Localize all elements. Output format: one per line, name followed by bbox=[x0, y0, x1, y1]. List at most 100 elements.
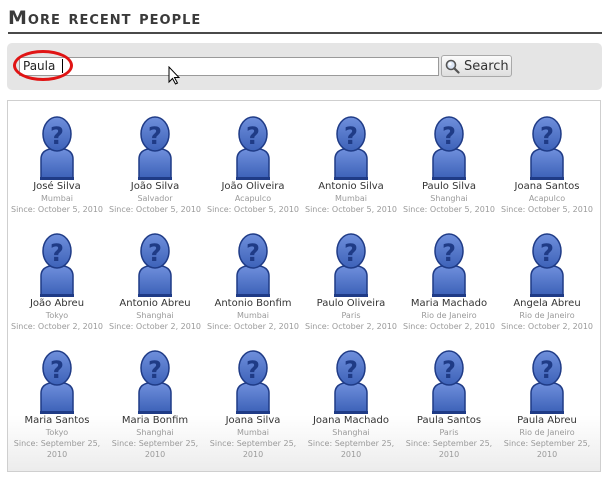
svg-text:?: ? bbox=[442, 356, 456, 384]
person-card[interactable]: ? Maria Bonfim Shanghai Since: September 25… bbox=[106, 349, 204, 460]
svg-text:?: ? bbox=[442, 122, 456, 150]
person-card[interactable]: ? Antonio Abreu Shanghai Since: October 2, … bbox=[106, 232, 204, 332]
svg-text:?: ? bbox=[246, 122, 260, 150]
unknown-person-icon: ? bbox=[530, 350, 564, 414]
person-name[interactable]: Antonio Bonfim bbox=[204, 298, 302, 310]
person-name[interactable]: Joana Silva bbox=[204, 415, 302, 427]
person-card[interactable]: ? Paula Santos Paris Since: September 25, 2… bbox=[400, 349, 498, 460]
person-name[interactable]: Maria Bonfim bbox=[106, 415, 204, 427]
person-name[interactable]: Maria Santos bbox=[8, 415, 106, 427]
person-card[interactable]: ? João Oliveira Acapulco Since: October 5, … bbox=[204, 115, 302, 215]
person-city: Acapulco bbox=[234, 194, 272, 203]
person-since-date: Since: October 5, 2010 bbox=[402, 205, 496, 214]
person-card[interactable]: ? João Silva Salvador Since: October 5, 201… bbox=[106, 115, 204, 215]
unknown-person-icon: ? bbox=[432, 116, 466, 180]
person-since-date: Since: October 5, 2010 bbox=[206, 205, 300, 214]
person-since-date: Since: October 5, 2010 bbox=[304, 205, 398, 214]
svg-text:?: ? bbox=[344, 239, 358, 267]
person-card[interactable]: ? Joana Santos Acapulco Since: October 5, 2… bbox=[498, 115, 596, 215]
person-since-date: Since: September 25, 2010 bbox=[307, 439, 395, 459]
person-city: Tokyo bbox=[45, 428, 69, 437]
unknown-person-icon: ? bbox=[236, 233, 270, 297]
person-city: Shanghai bbox=[136, 428, 174, 437]
person-city: Shanghai bbox=[136, 311, 174, 320]
person-card[interactable]: ? Paula Abreu Rio de Janeiro Since: Septemb… bbox=[498, 349, 596, 460]
search-button-label: Search bbox=[464, 59, 509, 74]
svg-text:?: ? bbox=[50, 122, 64, 150]
svg-text:?: ? bbox=[540, 356, 554, 384]
person-name[interactable]: João Oliveira bbox=[204, 181, 302, 193]
unknown-person-icon: ? bbox=[138, 116, 172, 180]
person-card[interactable]: ? José Silva Mumbai Since: October 5, 2010 bbox=[8, 115, 106, 215]
svg-text:?: ? bbox=[50, 239, 64, 267]
person-card[interactable]: ? Maria Machado Rio de Janeiro Since: Octob… bbox=[400, 232, 498, 332]
person-since-date: Since: September 25, 2010 bbox=[111, 439, 199, 459]
person-since-date: Since: October 2, 2010 bbox=[304, 322, 398, 331]
person-card[interactable]: ? Maria Santos Tokyo Since: September 25, 2… bbox=[8, 349, 106, 460]
person-name[interactable]: Angela Abreu bbox=[498, 298, 596, 310]
people-panel: ? José Silva Mumbai Since: October 5, 2010?… bbox=[7, 100, 601, 472]
svg-text:?: ? bbox=[540, 122, 554, 150]
person-city: Acapulco bbox=[528, 194, 566, 203]
person-name[interactable]: Paula Santos bbox=[400, 415, 498, 427]
svg-text:?: ? bbox=[246, 239, 260, 267]
person-name[interactable]: João Abreu bbox=[8, 298, 106, 310]
unknown-person-icon: ? bbox=[432, 233, 466, 297]
page-title: More recent people bbox=[8, 7, 602, 34]
person-name[interactable]: João Silva bbox=[106, 181, 204, 193]
person-city: Tokyo bbox=[45, 311, 69, 320]
person-city: Salvador bbox=[137, 194, 173, 203]
svg-text:?: ? bbox=[344, 122, 358, 150]
unknown-person-icon: ? bbox=[334, 350, 368, 414]
person-name[interactable]: Paulo Silva bbox=[400, 181, 498, 193]
person-name[interactable]: Paula Abreu bbox=[498, 415, 596, 427]
unknown-person-icon: ? bbox=[40, 116, 74, 180]
person-name[interactable]: Antonio Abreu bbox=[106, 298, 204, 310]
person-name[interactable]: Paulo Oliveira bbox=[302, 298, 400, 310]
person-city: Rio de Janeiro bbox=[519, 311, 575, 320]
person-name[interactable]: Maria Machado bbox=[400, 298, 498, 310]
unknown-person-icon: ? bbox=[236, 350, 270, 414]
person-card[interactable]: ? Paulo Silva Shanghai Since: October 5, 20… bbox=[400, 115, 498, 215]
svg-text:?: ? bbox=[50, 356, 64, 384]
person-card[interactable]: ? Paulo Oliveira Paris Since: October 2, 20… bbox=[302, 232, 400, 332]
unknown-person-icon: ? bbox=[138, 233, 172, 297]
person-since-date: Since: September 25, 2010 bbox=[405, 439, 493, 459]
person-card[interactable]: ? Antonio Bonfim Mumbai Since: October 2, 2… bbox=[204, 232, 302, 332]
svg-text:?: ? bbox=[246, 356, 260, 384]
svg-text:?: ? bbox=[148, 239, 162, 267]
unknown-person-icon: ? bbox=[334, 116, 368, 180]
person-city: Shanghai bbox=[332, 428, 370, 437]
svg-text:?: ? bbox=[148, 122, 162, 150]
person-city: Mumbai bbox=[237, 311, 269, 320]
person-since-date: Since: October 2, 2010 bbox=[500, 322, 594, 331]
person-card[interactable]: ? Antonio Silva Mumbai Since: October 5, 20… bbox=[302, 115, 400, 215]
person-name[interactable]: Joana Santos bbox=[498, 181, 596, 193]
person-name[interactable]: José Silva bbox=[8, 181, 106, 193]
unknown-person-icon: ? bbox=[40, 233, 74, 297]
person-card[interactable]: ? Joana Machado Shanghai Since: September 2… bbox=[302, 349, 400, 460]
person-city: Shanghai bbox=[430, 194, 468, 203]
person-city: Mumbai bbox=[335, 194, 367, 203]
svg-text:?: ? bbox=[148, 356, 162, 384]
svg-text:?: ? bbox=[344, 356, 358, 384]
person-name[interactable]: Joana Machado bbox=[302, 415, 400, 427]
person-since-date: Since: September 25, 2010 bbox=[13, 439, 101, 459]
person-since-date: Since: October 5, 2010 bbox=[500, 205, 594, 214]
unknown-person-icon: ? bbox=[138, 350, 172, 414]
search-input[interactable] bbox=[19, 57, 439, 76]
person-card[interactable]: ? Joana Silva Mumbai Since: September 25, 2… bbox=[204, 349, 302, 460]
person-card[interactable]: ? Angela Abreu Rio de Janeiro Since: Octobe… bbox=[498, 232, 596, 332]
person-card[interactable]: ? João Abreu Tokyo Since: October 2, 2010 bbox=[8, 232, 106, 332]
person-name[interactable]: Antonio Silva bbox=[302, 181, 400, 193]
unknown-person-icon: ? bbox=[236, 116, 270, 180]
person-since-date: Since: October 2, 2010 bbox=[206, 322, 300, 331]
person-city: Mumbai bbox=[41, 194, 73, 203]
person-since-date: Since: September 25, 2010 bbox=[503, 439, 591, 459]
person-since-date: Since: October 5, 2010 bbox=[108, 205, 202, 214]
unknown-person-icon: ? bbox=[432, 350, 466, 414]
person-since-date: Since: October 2, 2010 bbox=[108, 322, 202, 331]
person-city: Paris bbox=[341, 311, 361, 320]
unknown-person-icon: ? bbox=[530, 116, 564, 180]
search-button[interactable]: Search bbox=[441, 55, 512, 77]
